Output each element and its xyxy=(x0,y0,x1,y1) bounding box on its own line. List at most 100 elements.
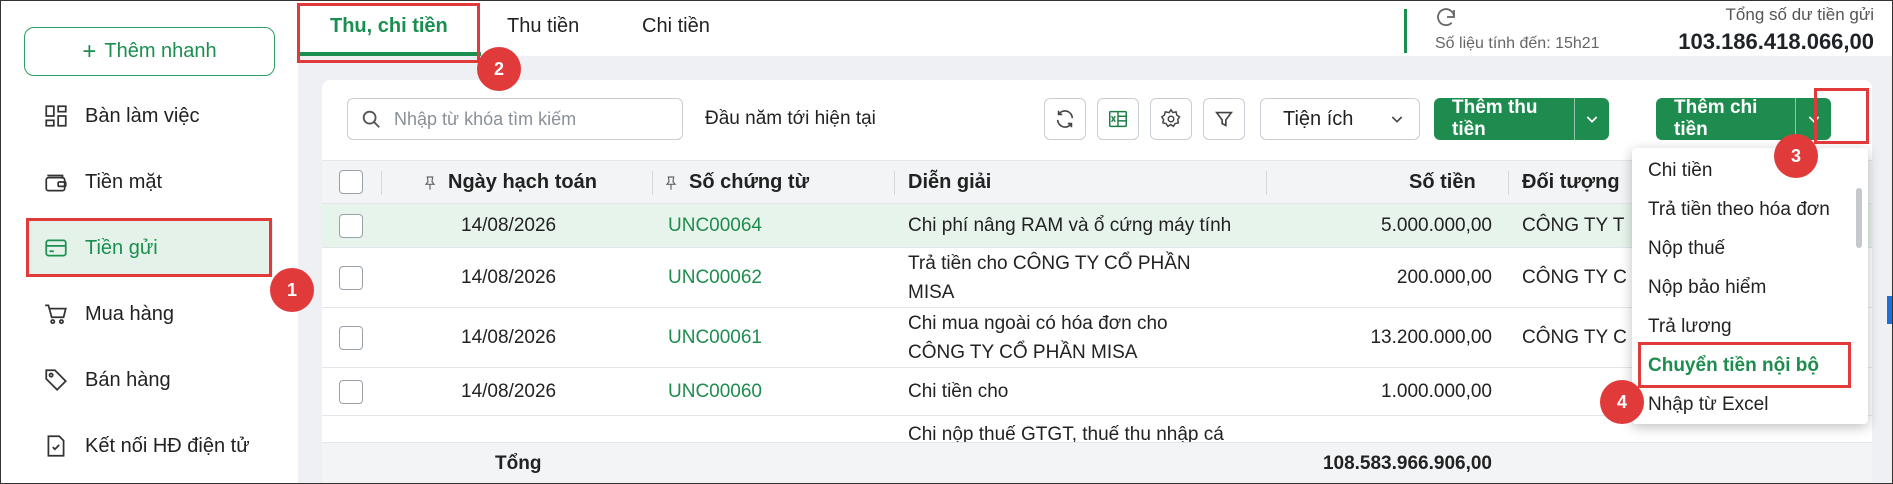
cell-doc-no[interactable]: UNC00061 xyxy=(668,323,762,352)
sidebar-item-label: Mua hàng xyxy=(85,302,174,325)
balance-as-of: Số liệu tính đến: 15h21 xyxy=(1435,35,1600,52)
cell-party: CÔNG TY T xyxy=(1522,215,1625,236)
sidebar: + Thêm nhanh Bàn làm việc Tiền mặt Tiền … xyxy=(1,1,298,483)
plus-icon: + xyxy=(82,37,97,65)
chevron-down-icon xyxy=(1586,116,1598,123)
tab-receipts[interactable]: Thu tiền xyxy=(507,15,579,38)
quick-add-label: Thêm nhanh xyxy=(104,40,217,62)
column-separator xyxy=(1508,171,1509,195)
edge-indicator xyxy=(1887,296,1892,324)
column-header-label: Ngày hạch toán xyxy=(448,171,597,193)
reload-button[interactable] xyxy=(1044,98,1086,140)
cell-party: CÔNG TY C xyxy=(1522,327,1627,348)
add-receipt-dropdown-toggle[interactable] xyxy=(1573,98,1609,140)
settings-button[interactable] xyxy=(1150,98,1192,140)
add-receipt-button-group: Thêm thu tiền xyxy=(1434,98,1609,140)
cell-date: 14/08/2026 xyxy=(461,327,557,348)
column-header-date[interactable]: Ngày hạch toán xyxy=(422,171,597,194)
table-total-row: Tổng 108.583.966.906,00 xyxy=(322,442,1872,484)
total-label: Tổng xyxy=(495,453,542,474)
cell-description-line2: MISA xyxy=(908,282,955,303)
tab-payments[interactable]: Chi tiền xyxy=(642,15,710,38)
chevron-down-icon xyxy=(1391,116,1403,123)
period-filter[interactable]: Đầu năm tới hiện tại xyxy=(705,108,876,130)
step-badge-3: 3 xyxy=(1774,134,1818,178)
total-amount: 108.583.966.906,00 xyxy=(1322,453,1492,474)
balance-label: Tổng số dư tiền gửi xyxy=(1725,5,1874,24)
cell-doc-no[interactable]: UNC00064 xyxy=(668,211,762,240)
row-checkbox[interactable] xyxy=(339,380,363,404)
refresh-icon xyxy=(1056,110,1074,128)
add-receipt-button[interactable]: Thêm thu tiền xyxy=(1434,98,1574,140)
dashboard-icon xyxy=(45,105,67,127)
cell-party: CÔNG TY C xyxy=(1522,267,1627,288)
cell-date: 14/08/2026 xyxy=(461,267,557,288)
cell-amount: 13.200.000,00 xyxy=(1370,327,1492,348)
sidebar-item-cash[interactable]: Tiền mặt xyxy=(27,155,273,209)
menu-item-pay-insurance[interactable]: Nộp bảo hiểm xyxy=(1648,277,1766,299)
cell-date: 14/08/2026 xyxy=(461,381,557,402)
utilities-dropdown[interactable]: Tiện ích xyxy=(1260,98,1420,140)
export-excel-button[interactable] xyxy=(1097,98,1139,140)
row-checkbox[interactable] xyxy=(339,266,363,290)
balance-value: 103.186.418.066,00 xyxy=(1678,29,1874,54)
top-bar: Thu, chi tiền Thu tiền Chi tiền Số liệu … xyxy=(298,1,1892,56)
tag-icon xyxy=(45,369,67,391)
sidebar-item-sales[interactable]: Bán hàng xyxy=(27,353,273,407)
menu-item-pay-by-invoice[interactable]: Trả tiền theo hóa đơn xyxy=(1648,199,1830,221)
sidebar-item-label: Tiền mặt xyxy=(85,170,163,193)
search-icon xyxy=(362,110,380,128)
column-header-label: Số chứng từ xyxy=(689,171,810,193)
cell-amount: 200.000,00 xyxy=(1396,267,1492,288)
column-header-doc-no[interactable]: Số chứng từ xyxy=(663,171,809,194)
pin-icon xyxy=(665,175,677,190)
step-badge-2: 2 xyxy=(477,47,521,91)
cell-description: Chi tiền cho xyxy=(908,381,1009,402)
cell-description: Trả tiền cho CÔNG TY CỔ PHẦN xyxy=(908,253,1191,274)
select-all-checkbox[interactable] xyxy=(339,170,363,194)
sidebar-item-deposits[interactable]: Tiền gửi xyxy=(27,221,273,275)
column-header-description[interactable]: Diễn giải xyxy=(908,171,991,194)
row-checkbox[interactable] xyxy=(339,214,363,238)
cell-date: 14/08/2026 xyxy=(461,215,557,236)
add-payment-button-group: Thêm chi tiền xyxy=(1656,98,1831,140)
cell-description: Chi nộp thuế GTGT, thuế thu nhập cá xyxy=(908,424,1224,442)
column-separator xyxy=(1266,171,1267,195)
sidebar-item-purchase[interactable]: Mua hàng xyxy=(27,287,273,341)
pin-icon xyxy=(424,175,436,190)
search-input[interactable] xyxy=(394,108,654,130)
column-header-amount[interactable]: Số tiền xyxy=(1409,171,1476,194)
cell-description: Chi mua ngoài có hóa đơn cho xyxy=(908,313,1168,334)
filter-icon xyxy=(1215,111,1233,127)
bank-card-icon xyxy=(45,239,67,257)
cell-amount: 1.000.000,00 xyxy=(1381,381,1492,402)
step-badge-4: 4 xyxy=(1600,380,1644,424)
wallet-icon xyxy=(45,174,67,192)
sidebar-item-label: Tiền gửi xyxy=(85,236,158,259)
active-tab-indicator xyxy=(298,52,481,56)
menu-item-internal-transfer[interactable]: Chuyển tiền nội bộ xyxy=(1648,355,1819,377)
balance-divider xyxy=(1404,9,1407,53)
add-payment-button[interactable]: Thêm chi tiền xyxy=(1656,98,1795,140)
sidebar-item-label: Kết nối HĐ điện tử xyxy=(85,434,250,457)
search-box[interactable] xyxy=(347,98,683,140)
row-checkbox[interactable] xyxy=(339,326,363,350)
menu-item-import-excel[interactable]: Nhập từ Excel xyxy=(1648,394,1768,416)
cell-doc-no[interactable]: UNC00060 xyxy=(668,377,762,406)
column-separator xyxy=(652,171,653,195)
menu-item-payment[interactable]: Chi tiền xyxy=(1648,160,1712,182)
menu-scrollbar[interactable] xyxy=(1856,188,1862,248)
sidebar-item-einvoice[interactable]: Kết nối HĐ điện tử xyxy=(27,419,273,473)
quick-add-button[interactable]: + Thêm nhanh xyxy=(24,27,275,76)
refresh-balance-icon[interactable] xyxy=(1434,6,1458,30)
cart-icon xyxy=(45,304,67,325)
menu-item-pay-salary[interactable]: Trả lương xyxy=(1648,316,1732,338)
column-header-party[interactable]: Đối tượng xyxy=(1522,171,1620,194)
gear-icon xyxy=(1160,108,1181,128)
sidebar-item-dashboard[interactable]: Bàn làm việc xyxy=(27,89,273,143)
column-separator xyxy=(381,171,382,195)
menu-item-pay-tax[interactable]: Nộp thuế xyxy=(1648,238,1725,260)
tab-receipts-payments[interactable]: Thu, chi tiền xyxy=(330,15,448,38)
filter-button[interactable] xyxy=(1203,98,1245,140)
cell-doc-no[interactable]: UNC00062 xyxy=(668,263,762,292)
